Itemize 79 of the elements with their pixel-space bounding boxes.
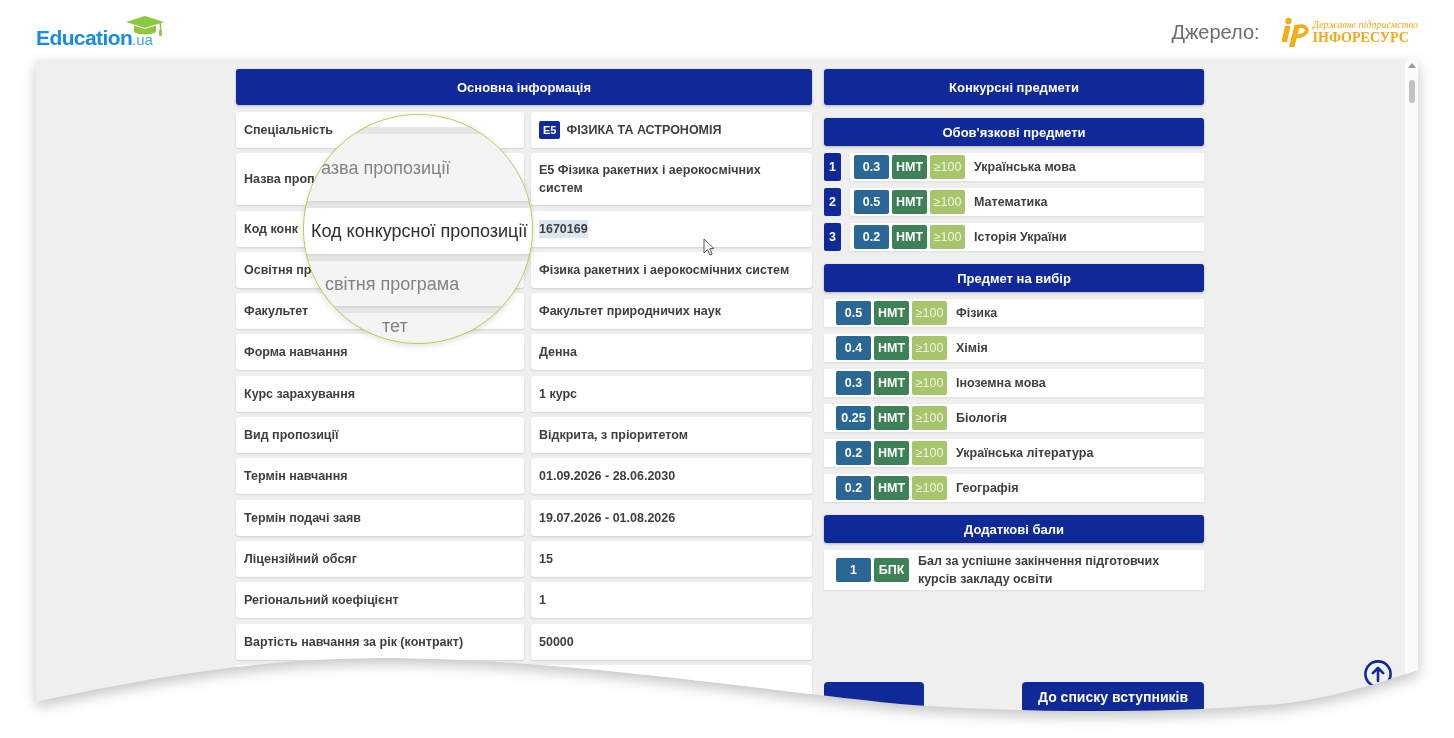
value-cell: 1 <box>531 582 812 619</box>
logo-mark-icon <box>1279 17 1310 47</box>
label-cell: Вид пропозиції <box>236 417 524 454</box>
value-cell: Фізика ракетних і аерокосмічних систем <box>531 251 812 288</box>
min-score-tag: ≥100 <box>912 406 947 430</box>
group-header: Обов'язкові предмети <box>824 118 1204 146</box>
group-header: Додаткові бали <box>824 515 1204 543</box>
subject-name: Українська література <box>956 445 1094 462</box>
label-cell: Регіональний коефіцієнт <box>236 582 524 619</box>
label-cell: Ліцензійний обсяг <box>236 540 524 577</box>
selected-text: 1670169 <box>539 219 588 238</box>
subject-name: Іноземна мова <box>956 375 1046 392</box>
value-cell: Денна <box>531 334 812 371</box>
weight-tag: 1 <box>836 558 871 582</box>
label-cell: Форма навчання <box>236 334 524 371</box>
weight-tag: 0.4 <box>836 336 871 360</box>
source-label: Джерело: <box>1171 20 1260 44</box>
value-cell: Факультет природничих наук <box>531 293 812 330</box>
value-cell: 15 <box>531 540 812 577</box>
min-score-tag: ≥100 <box>912 371 947 395</box>
section-header: Основна інформація <box>236 69 812 105</box>
weight-tag: 0.25 <box>836 406 871 430</box>
value-cell: 19.07.2026 - 01.08.2026 <box>531 499 812 536</box>
subject-name: Історія України <box>974 229 1067 246</box>
weight-tag: 0.2 <box>836 476 871 500</box>
value-cell: 50000 <box>531 623 812 660</box>
exam-type-tag: НМТ <box>874 371 909 395</box>
min-score-tag: ≥100 <box>912 336 947 360</box>
exam-type-tag: НМТ <box>874 336 909 360</box>
exam-type-tag: НМТ <box>874 441 909 465</box>
organization-type: Державне підприємство <box>1312 18 1418 30</box>
magnified-text: азва пропозиції <box>321 157 451 178</box>
value-cell: 01.09.2026 - 28.06.2030 <box>531 458 812 495</box>
scroll-up-arrow-icon[interactable] <box>1407 63 1416 68</box>
action-button[interactable]: До списку вступників <box>1022 682 1204 712</box>
scroll-to-top-icon[interactable] <box>1364 660 1392 688</box>
min-score-tag: ≥100 <box>930 225 965 249</box>
rank-number: 2 <box>824 188 841 216</box>
subject-name: Хімія <box>956 340 988 357</box>
value-text: ФІЗИКА ТА АСТРОНОМІЯ <box>566 122 722 139</box>
label-cell: Термін навчання <box>236 458 524 495</box>
weight-tag: 0.5 <box>836 301 871 325</box>
subject-name: Фізика <box>956 305 998 322</box>
exam-type-tag: НМТ <box>874 476 909 500</box>
rank-number: 3 <box>824 223 841 251</box>
label-cell: Термін подачі заяв <box>236 499 524 536</box>
weight-tag: 0.3 <box>836 371 871 395</box>
value-cell: E5 Фізика ракетних і аерокосмічних систем <box>531 153 812 206</box>
weight-tag: 0.2 <box>854 225 889 249</box>
subject-name: Бал за успішне закінчення підготовчих курсів закладу освіти <box>918 553 1161 588</box>
weight-tag: 0.2 <box>836 441 871 465</box>
group-header: Предмет на вибір <box>824 264 1204 292</box>
min-score-tag: ≥100 <box>930 155 965 179</box>
min-score-tag: ≥100 <box>912 476 947 500</box>
specialty-code: E5 <box>539 121 561 139</box>
exam-type-tag: НМТ <box>874 301 909 325</box>
exam-type-tag: НМТ <box>874 406 909 430</box>
logo-wordmark[interactable]: Education.ua <box>36 27 153 48</box>
organization-name: ІНФОРЕСУРС <box>1312 29 1409 46</box>
section-header: Конкурсні предмети <box>824 69 1204 105</box>
exam-type-tag: НМТ <box>892 225 927 249</box>
subject-name: Географія <box>956 480 1019 497</box>
exam-type-tag: БПК <box>874 558 909 582</box>
scrollbar-thumb[interactable] <box>1408 80 1415 103</box>
exam-type-tag: НМТ <box>892 155 927 179</box>
weight-tag: 0.3 <box>854 155 889 179</box>
rank-number: 1 <box>824 153 841 181</box>
value-cell: 1 курс <box>531 375 812 412</box>
subject-name: Українська мова <box>974 159 1076 176</box>
exam-type-tag: НМТ <box>892 190 927 214</box>
weight-tag: 0.5 <box>854 190 889 214</box>
min-score-tag: ≥100 <box>912 441 947 465</box>
label-cell: Курс зарахування <box>236 375 524 412</box>
subject-name: Біологія <box>956 410 1008 427</box>
min-score-tag: ≥100 <box>930 190 965 214</box>
value-cell: Відкрита, з пріоритетом <box>531 417 812 454</box>
label-cell: Вартість навчання за рік (контракт) <box>236 623 524 660</box>
subject-name: Математика <box>974 194 1048 211</box>
min-score-tag: ≥100 <box>912 301 947 325</box>
